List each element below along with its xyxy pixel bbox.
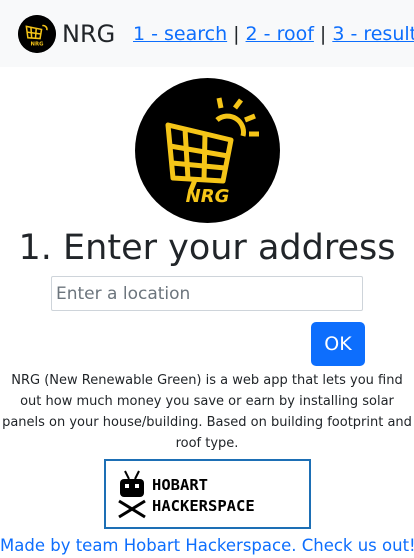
hero-logo-text: NRG <box>186 186 230 207</box>
nrg-hero-logo: NRG <box>135 78 280 223</box>
hackerspace-wordmark: HOBART HACKERSPACE <box>152 476 255 515</box>
nav-link-roof[interactable]: 2 - roof <box>246 23 314 45</box>
nav-link-search[interactable]: 1 - search <box>133 23 227 45</box>
ok-button[interactable]: OK <box>311 322 365 366</box>
hobart-hackerspace-logo[interactable]: HOBART HACKERSPACE <box>104 459 311 529</box>
brand-link[interactable]: NRG NRG <box>18 14 116 53</box>
page-title: 1. Enter your address <box>18 228 396 268</box>
svg-text:NRG: NRG <box>31 41 44 47</box>
navbar: NRG NRG 1 - search|2 - roof|3 - results <box>0 0 414 67</box>
nav-separator: | <box>319 23 327 45</box>
nrg-logo-icon: NRG <box>18 14 56 53</box>
location-input[interactable] <box>51 276 363 311</box>
robot-icon <box>118 470 146 519</box>
app-description: NRG (New Renewable Green) is a web app t… <box>2 373 412 451</box>
brand-name: NRG <box>62 19 116 48</box>
nav-link-results[interactable]: 3 - results <box>332 23 414 45</box>
team-link[interactable]: Made by team Hobart Hackerspace. Check u… <box>0 534 414 558</box>
nav-separator: | <box>233 23 240 45</box>
step-nav: 1 - search|2 - roof|3 - results <box>133 22 414 46</box>
